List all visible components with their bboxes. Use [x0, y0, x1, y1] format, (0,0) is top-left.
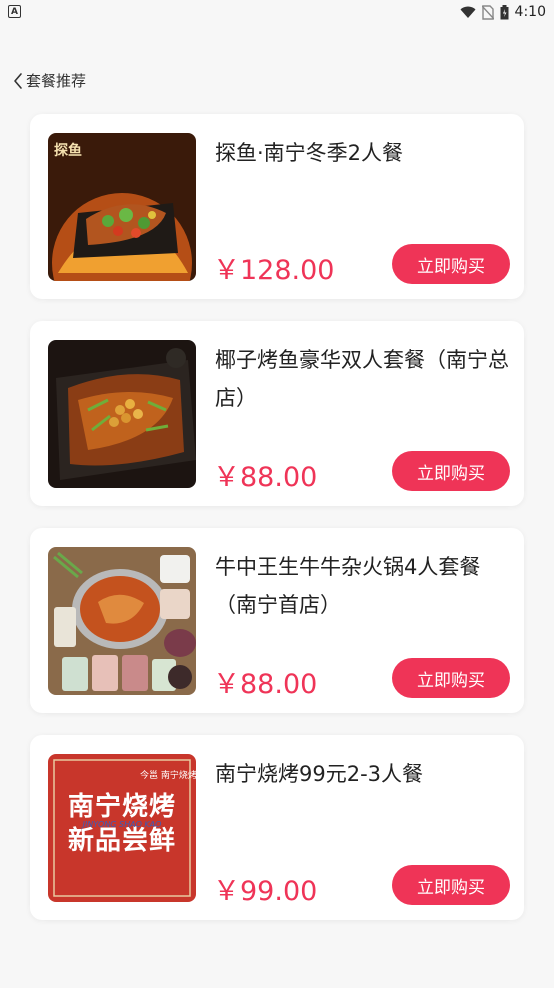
- package-title: 椰子烤鱼豪华双人套餐（南宁总店）: [215, 348, 509, 410]
- package-image: [48, 547, 196, 695]
- package-card[interactable]: 椰子烤鱼豪华双人套餐（南宁总店） ￥88.00 立即购买: [30, 321, 524, 506]
- package-title: 探鱼·南宁冬季2人餐: [215, 141, 404, 165]
- package-price: ￥128.00: [213, 255, 335, 286]
- status-time: 4:10: [514, 4, 546, 20]
- package-title: 牛中王生牛牛杂火锅4人套餐（南宁首店）: [215, 555, 481, 617]
- package-price: ￥99.00: [213, 876, 318, 907]
- status-icons: 4:10: [460, 2, 546, 22]
- image-subtext: JINYONG SHAO KAO: [82, 820, 162, 829]
- chevron-left-icon: [14, 72, 22, 89]
- status-bar: A 4:10: [0, 0, 554, 26]
- buy-now-button[interactable]: 立即购买: [392, 244, 510, 284]
- svg-text:今邕 南宁烧烤: 今邕 南宁烧烤: [140, 769, 196, 781]
- buy-now-button[interactable]: 立即购买: [392, 451, 510, 491]
- no-sim-icon: [481, 4, 494, 20]
- package-image: 探鱼: [48, 133, 196, 281]
- page-title: 套餐推荐: [26, 72, 87, 90]
- nav-bar: 套餐推荐: [0, 60, 554, 100]
- package-card[interactable]: 探鱼 探鱼·南宁冬季2人餐 ￥128.00 立即购买: [30, 114, 524, 299]
- svg-text:探鱼: 探鱼: [54, 142, 82, 159]
- package-price: ￥88.00: [213, 669, 318, 700]
- battery-icon: [500, 4, 509, 19]
- package-card[interactable]: 今邕 南宁烧烤 南宁烧烤新品尝鲜 JINYONG SHAO KAO 南宁烧烤99…: [30, 735, 524, 920]
- buy-now-button[interactable]: 立即购买: [392, 865, 510, 905]
- back-button[interactable]: 套餐推荐: [12, 70, 86, 91]
- package-title: 南宁烧烤99元2-3人餐: [215, 762, 424, 786]
- notification-icon: A: [8, 5, 21, 18]
- package-image: 今邕 南宁烧烤 南宁烧烤新品尝鲜 JINYONG SHAO KAO: [48, 754, 196, 902]
- package-price: ￥88.00: [213, 462, 318, 493]
- buy-now-button[interactable]: 立即购买: [392, 658, 510, 698]
- package-image: [48, 340, 196, 488]
- wifi-icon: [460, 6, 476, 18]
- package-card[interactable]: 牛中王生牛牛杂火锅4人套餐（南宁首店） ￥88.00 立即购买: [30, 528, 524, 713]
- package-list: 探鱼 探鱼·南宁冬季2人餐 ￥128.00 立即购买 椰子烤鱼豪华双人套餐（南宁…: [30, 114, 524, 942]
